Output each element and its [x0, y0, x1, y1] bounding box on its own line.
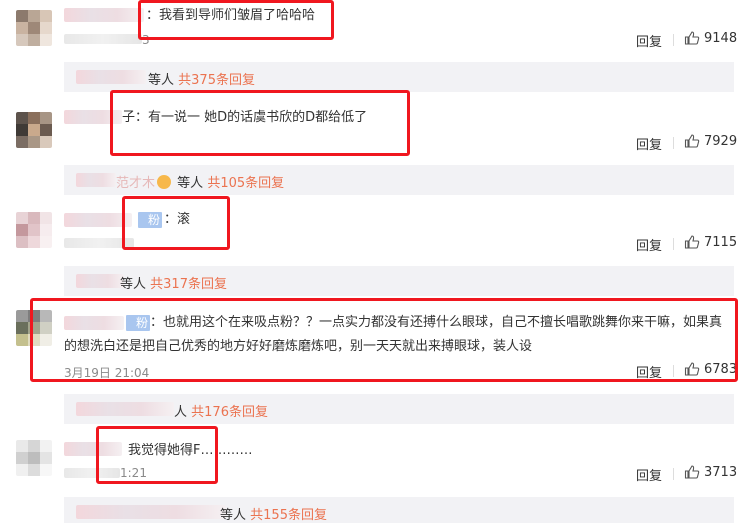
like-button[interactable]: 9148 [684, 30, 737, 46]
annotation-box-4 [30, 298, 738, 382]
sub-replies-box[interactable]: 等人 共375条回复 [64, 62, 734, 92]
like-count: 3713 [704, 464, 738, 480]
avatar[interactable] [16, 440, 52, 476]
sub-replies-label: 等人 [177, 176, 204, 191]
sub-username-blurred [76, 70, 146, 84]
annotation-box-5 [96, 426, 218, 484]
avatar[interactable] [16, 112, 52, 148]
like-button[interactable]: 7929 [684, 133, 737, 149]
sub-username-blurred [76, 402, 174, 416]
annotation-box-2 [110, 90, 410, 156]
reply-button[interactable]: 回复 [636, 235, 662, 254]
timestamp-blurred [64, 34, 142, 44]
username-blurred[interactable] [64, 8, 144, 22]
thumbs-up-icon [684, 465, 700, 479]
avatar[interactable] [16, 212, 52, 248]
sub-replies-box[interactable]: 等人 共317条回复 [64, 266, 734, 296]
sub-replies-label: 人 [174, 405, 188, 420]
divider [673, 238, 674, 250]
emoji-icon [157, 175, 172, 189]
sub-replies-label: 等人 [120, 277, 147, 292]
divider [673, 137, 674, 149]
sub-replies-box[interactable]: 范才木 等人 共105条回复 [64, 165, 734, 195]
sub-replies-label: 等人 [148, 73, 175, 88]
reply-button[interactable]: 回复 [636, 134, 662, 153]
sub-replies-count[interactable]: 共375条回复 [178, 73, 255, 88]
sub-replies-count[interactable]: 共317条回复 [150, 277, 227, 292]
sub-replies-label: 等人 [220, 508, 247, 523]
like-count: 7115 [704, 234, 738, 250]
sub-username-blurred [76, 274, 124, 288]
sub-replies-box[interactable]: 人 共176条回复 [64, 394, 734, 424]
sub-replies-count[interactable]: 共105条回复 [207, 176, 284, 191]
annotation-box-1 [138, 0, 334, 40]
sub-prefix: 范才木 [116, 176, 156, 191]
thumbs-up-icon [684, 134, 700, 148]
thumbs-up-icon [684, 235, 700, 249]
reply-button[interactable]: 回复 [636, 465, 662, 484]
sub-replies-count[interactable]: 共176条回复 [191, 405, 268, 420]
thumbs-up-icon [684, 31, 700, 45]
sub-username-blurred [76, 173, 116, 187]
like-button[interactable]: 7115 [684, 234, 737, 250]
sub-replies-count[interactable]: 共155条回复 [250, 508, 327, 523]
like-count: 9148 [704, 30, 738, 46]
annotation-box-3 [122, 196, 230, 250]
like-button[interactable]: 3713 [684, 464, 737, 480]
like-count: 7929 [704, 133, 738, 149]
sub-username-blurred [76, 505, 226, 519]
avatar[interactable] [16, 10, 52, 46]
sub-replies-box[interactable]: 等人 共155条回复 [64, 497, 734, 523]
divider [673, 34, 674, 46]
reply-button[interactable]: 回复 [636, 31, 662, 50]
divider [673, 468, 674, 480]
